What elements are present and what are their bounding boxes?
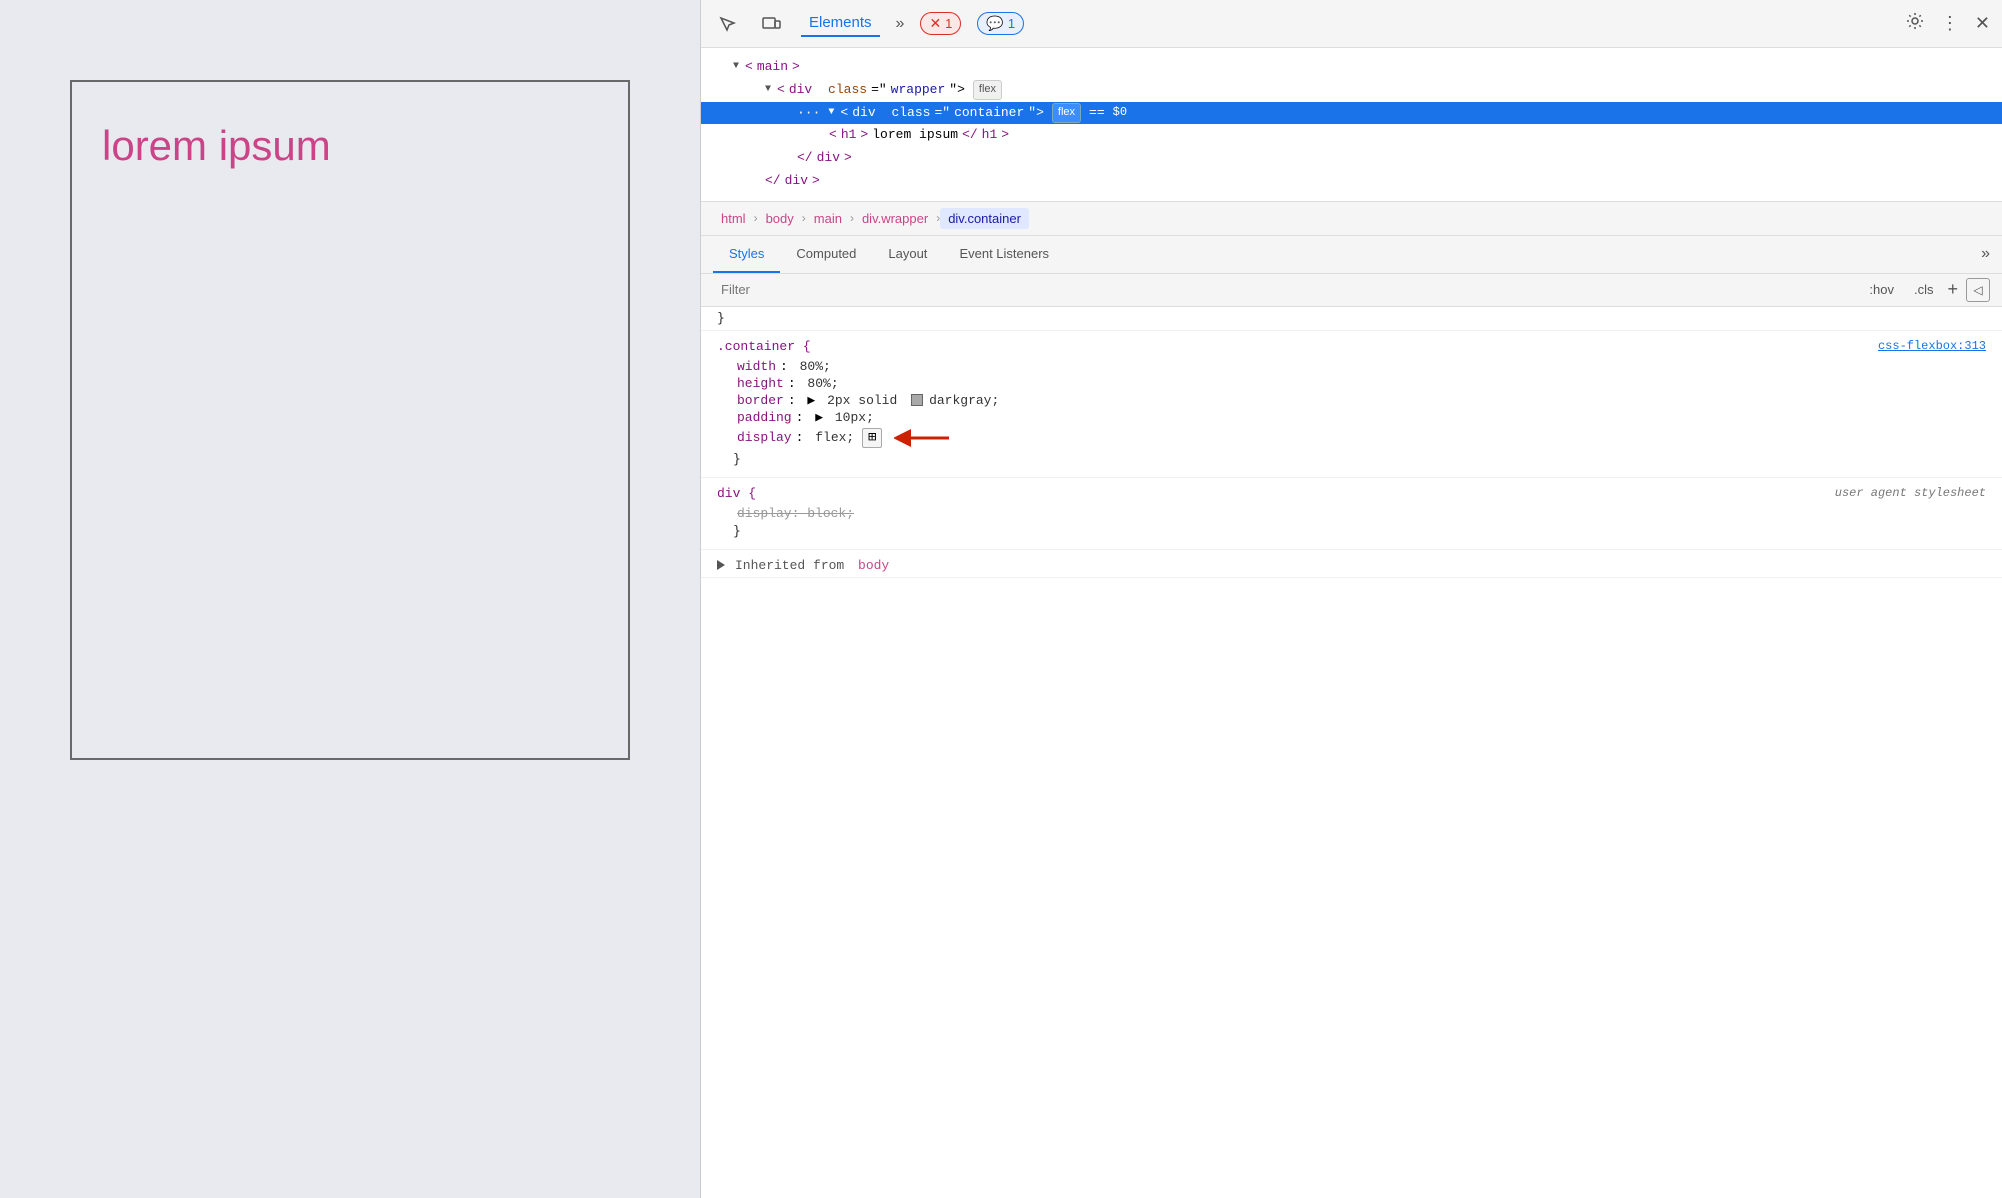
devtools-panel: Elements » ✕ 1 💬 1 ⋮ ✕ ▼ <main> ▼ <div	[700, 0, 2002, 1198]
div-selector: div {	[717, 486, 756, 501]
tab-elements[interactable]: Elements	[801, 10, 880, 37]
flex-arrow-annotation	[894, 427, 954, 449]
lorem-heading: lorem ipsum	[82, 92, 351, 748]
prop-display-block: display: block;	[717, 505, 1986, 522]
inherited-from-header: Inherited from body	[701, 550, 2002, 578]
browser-viewport: lorem ipsum	[0, 0, 700, 1198]
more-tabs-icon[interactable]: »	[1981, 245, 1990, 263]
triangle-wrapper: ▼	[765, 82, 771, 98]
inherited-triangle	[717, 560, 725, 570]
partial-top-rule: }	[701, 307, 2002, 331]
prop-height: height: 80%;	[717, 375, 1986, 392]
styles-tabs-row: Styles Computed Layout Event Listeners »	[701, 236, 2002, 274]
inherited-from-link[interactable]: body	[858, 558, 889, 573]
div-rule-header: div { user agent stylesheet	[717, 486, 1986, 501]
breadcrumb-div-wrapper[interactable]: div.wrapper	[854, 208, 936, 229]
close-devtools-icon[interactable]: ✕	[1975, 13, 1990, 34]
container-source[interactable]: css-flexbox:313	[1878, 339, 1986, 353]
demo-container: lorem ipsum	[70, 80, 630, 760]
div-rule: div { user agent stylesheet display: blo…	[701, 478, 2002, 550]
filter-bar: :hov .cls + ◁	[701, 274, 2002, 307]
div-source: user agent stylesheet	[1835, 486, 1986, 500]
triangle-main: ▼	[733, 59, 739, 75]
devtools-toolbar: Elements » ✕ 1 💬 1 ⋮ ✕	[701, 0, 2002, 48]
dom-line-container[interactable]: ··· ▼ <div class="container"> flex == $0	[701, 102, 2002, 125]
info-icon: 💬	[986, 15, 1003, 32]
dom-line-close-div2[interactable]: </div>	[701, 170, 2002, 193]
error-x-icon: ✕	[929, 15, 941, 32]
container-close-brace: }	[717, 450, 1986, 469]
prop-width: width: 80%;	[717, 358, 1986, 375]
prop-display: display: flex; ⊞	[717, 426, 1986, 450]
breadcrumb-main[interactable]: main	[806, 208, 850, 229]
tab-computed[interactable]: Computed	[780, 236, 872, 273]
container-flex-badge: flex	[1052, 103, 1081, 123]
cls-button[interactable]: .cls	[1908, 279, 1940, 300]
container-rule-header: .container { css-flexbox:313	[717, 339, 1986, 354]
breadcrumb-div-container[interactable]: div.container	[940, 208, 1029, 229]
error-count: 1	[945, 16, 952, 31]
dom-tree: ▼ <main> ▼ <div class="wrapper"> flex ··…	[701, 48, 2002, 202]
dom-line-close-div1[interactable]: </div>	[701, 147, 2002, 170]
prop-padding: padding: ▶ 10px;	[717, 409, 1986, 426]
styles-panel: } .container { css-flexbox:313 width: 80…	[701, 307, 2002, 1198]
filter-input[interactable]	[713, 278, 1855, 301]
darkgray-swatch[interactable]	[911, 394, 923, 406]
device-toolbar-icon[interactable]	[757, 10, 785, 38]
dom-line-main[interactable]: ▼ <main>	[701, 56, 2002, 79]
dom-line-wrapper[interactable]: ▼ <div class="wrapper"> flex	[701, 79, 2002, 102]
wrapper-flex-badge: flex	[973, 80, 1002, 100]
info-count: 1	[1008, 16, 1015, 31]
tag-open-bracket: <	[745, 57, 753, 78]
breadcrumb-html[interactable]: html	[713, 208, 754, 229]
div-close-brace: }	[717, 522, 1986, 541]
toggle-sidebar-button[interactable]: ◁	[1966, 278, 1990, 302]
tab-event-listeners[interactable]: Event Listeners	[943, 236, 1065, 273]
tab-styles[interactable]: Styles	[713, 236, 780, 273]
flex-display-icon[interactable]: ⊞	[862, 428, 882, 448]
inspect-element-icon[interactable]	[713, 10, 741, 38]
inherited-label: Inherited from	[735, 558, 852, 573]
error-badge[interactable]: ✕ 1	[920, 12, 961, 35]
info-badge[interactable]: 💬 1	[977, 12, 1024, 35]
prop-border: border: ▶ 2px solid darkgray;	[717, 392, 1986, 409]
more-options-icon[interactable]: ⋮	[1941, 13, 1959, 34]
container-selector: .container {	[717, 339, 811, 354]
breadcrumb-body[interactable]: body	[758, 208, 802, 229]
tab-layout[interactable]: Layout	[872, 236, 943, 273]
add-style-button[interactable]: +	[1947, 279, 1958, 300]
hov-button[interactable]: :hov	[1863, 279, 1900, 300]
more-tabs-chevron[interactable]: »	[896, 15, 905, 33]
settings-icon[interactable]	[1905, 11, 1925, 36]
container-rule: .container { css-flexbox:313 width: 80%;…	[701, 331, 2002, 478]
dom-line-h1[interactable]: <h1>lorem ipsum</h1>	[701, 124, 2002, 147]
breadcrumb-bar: html › body › main › div.wrapper › div.c…	[701, 202, 2002, 236]
